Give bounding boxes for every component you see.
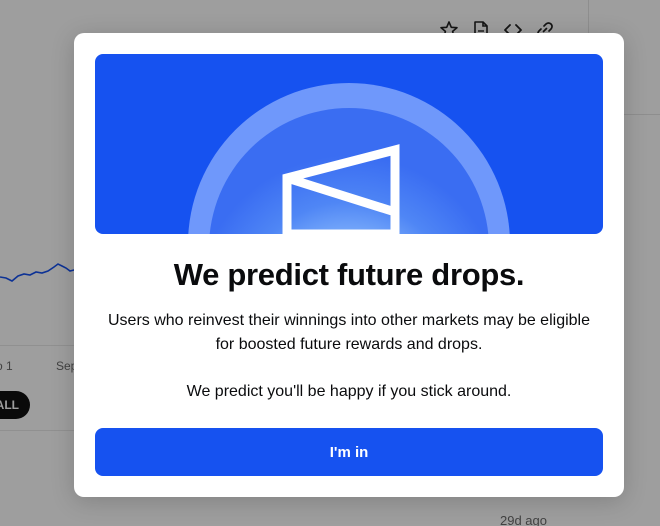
promo-modal: We predict future drops. Users who reinv… [74,33,624,497]
modal-body-text: We predict you'll be happy if you stick … [186,383,512,400]
modal-body-text: Users who reinvest their winnings into o… [108,312,590,353]
hero-banner [95,54,603,234]
modal-body: Users who reinvest their winnings into o… [104,309,594,404]
logo-coin-illustration [188,83,510,234]
modal-title: We predict future drops. [173,257,525,292]
im-in-button[interactable]: I'm in [95,428,603,476]
